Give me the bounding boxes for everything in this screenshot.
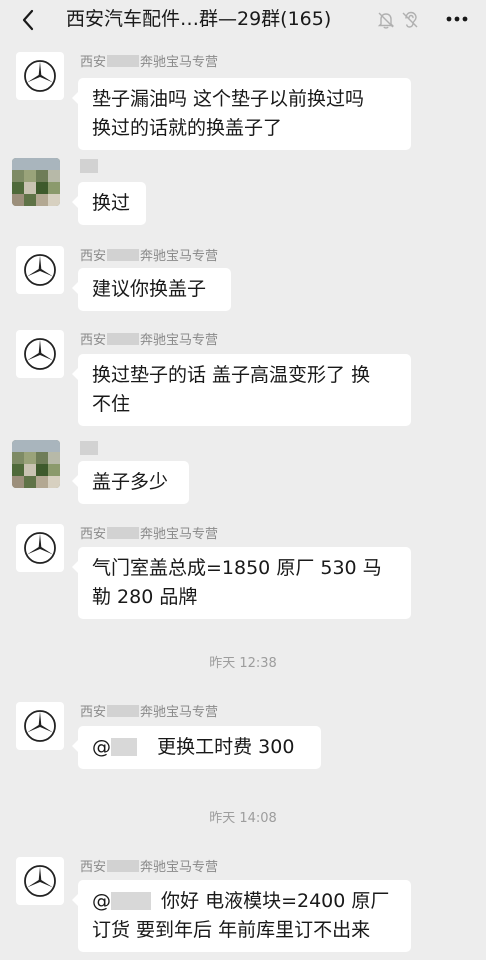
avatar[interactable]	[12, 158, 60, 206]
mercedes-star-icon	[24, 710, 56, 742]
redacted-text	[107, 705, 140, 717]
avatar-photo	[12, 158, 60, 206]
message-bubble[interactable]: 盖子多少	[72, 461, 189, 504]
timestamp: 昨天 12:38	[209, 656, 277, 671]
avatar[interactable]	[16, 52, 64, 100]
back-button[interactable]	[14, 6, 42, 34]
ear-icon	[402, 11, 418, 28]
chat-header: 西安汽车配件…群—29群(165)	[0, 0, 486, 38]
message-bubble[interactable]: @ 你好 电液模块=2400 原厂 订货 要到年后 年前库里订不出来	[72, 880, 411, 952]
message-bubble[interactable]: 垫子漏油吗 这个垫子以前换过吗 换过的话就的换盖子了	[72, 78, 411, 150]
redacted-text	[107, 527, 140, 539]
avatar[interactable]	[16, 524, 64, 572]
mercedes-star-icon	[24, 338, 56, 370]
more-dots-icon[interactable]	[444, 8, 470, 30]
chevron-left-icon	[22, 9, 34, 31]
redacted-text	[107, 249, 140, 261]
sender-name: 西安 奔驰宝马专营	[80, 527, 219, 542]
redacted-text	[107, 860, 140, 872]
mercedes-star-icon	[24, 254, 56, 286]
mute-bell-icon	[377, 12, 395, 29]
avatar[interactable]	[16, 330, 64, 378]
avatar-photo	[12, 440, 60, 488]
mercedes-star-icon	[24, 532, 56, 564]
redacted-text	[80, 159, 98, 173]
avatar[interactable]	[16, 857, 64, 905]
mention[interactable]: @	[92, 736, 111, 758]
message-bubble[interactable]: 建议你换盖子	[72, 268, 231, 311]
mercedes-star-icon	[24, 60, 56, 92]
avatar[interactable]	[12, 440, 60, 488]
chat-title: 西安汽车配件…群—29群(165)	[66, 8, 332, 30]
avatar[interactable]	[16, 702, 64, 750]
sender-name: 西安 奔驰宝马专营	[80, 249, 219, 264]
redacted-text	[107, 55, 140, 67]
avatar[interactable]	[16, 246, 64, 294]
message-bubble[interactable]: 换过	[72, 182, 146, 225]
sender-name	[80, 441, 98, 458]
message-bubble[interactable]: 换过垫子的话 盖子高温变形了 换 不住	[72, 354, 411, 426]
sender-name: 西安 奔驰宝马专营	[80, 705, 219, 720]
sender-name: 西安 奔驰宝马专营	[80, 860, 219, 875]
sender-name: 西安 奔驰宝马专营	[80, 333, 219, 348]
timestamp: 昨天 14:08	[209, 811, 277, 826]
sender-name	[80, 159, 98, 176]
redacted-text	[80, 441, 98, 455]
sender-name: 西安 奔驰宝马专营	[80, 55, 219, 70]
mention[interactable]: @	[92, 890, 111, 912]
redacted-text	[107, 333, 140, 345]
redacted-text	[111, 738, 137, 756]
mercedes-star-icon	[24, 865, 56, 897]
message-bubble[interactable]: @ 更换工时费 300	[72, 726, 321, 769]
message-bubble[interactable]: 气门室盖总成=1850 原厂 530 马 勒 280 品牌	[72, 547, 411, 619]
redacted-text	[111, 892, 151, 910]
